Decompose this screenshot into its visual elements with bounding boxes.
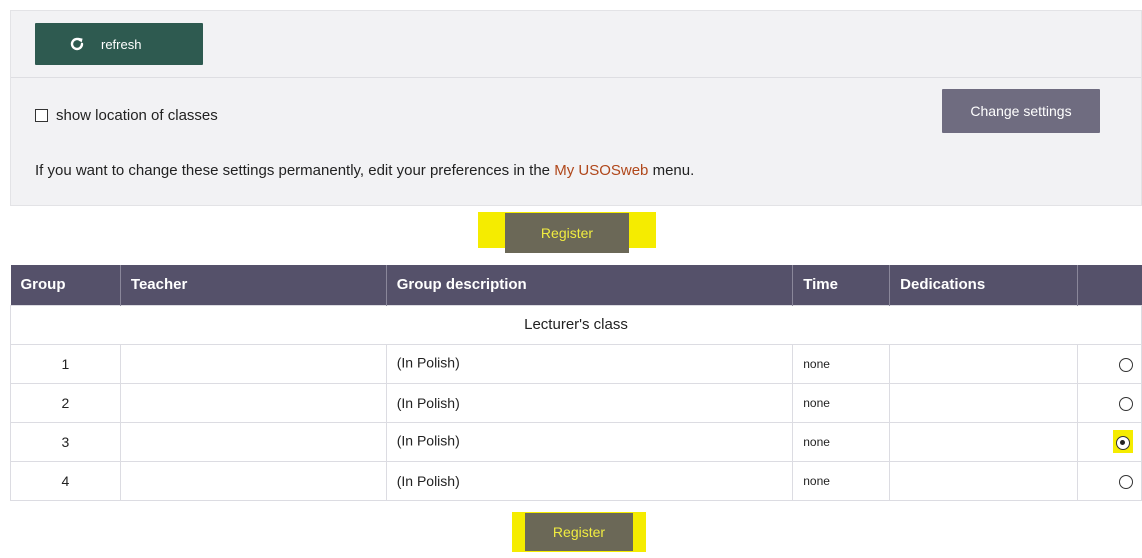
group-radio-1[interactable] [1119,357,1133,372]
teacher-cell [119,460,387,501]
register-button-bottom[interactable]: Register [525,513,633,551]
refresh-icon [70,37,84,51]
select-cell [1077,460,1142,501]
dedications-cell [889,343,1078,384]
groups-table: Group Teacher Group description Time Ded… [10,265,1142,501]
info-prefix: If you want to change these settings per… [35,162,555,179]
selected-highlight [1113,430,1133,453]
section-title: Lecturer's class [10,304,1142,345]
settings-panel: refresh show location of classes Change … [10,10,1142,206]
dedications-cell [889,382,1078,423]
register-bottom-highlight: Register [512,512,646,552]
register-top-highlight: Register [478,212,656,253]
group-number: 4 [10,460,121,501]
time-cell: none [792,421,891,462]
select-cell [1077,343,1142,384]
table-row: 3 (In Polish) none [10,421,1142,462]
teacher-cell [119,382,387,423]
redacted-description [459,352,590,375]
select-cell [1077,421,1142,462]
panel-divider [11,77,1141,78]
time-cell: none [792,382,891,423]
redacted-teacher [130,430,271,453]
redacted-teacher [130,391,281,414]
table-row: 4 (In Polish) none [10,460,1142,501]
refresh-label: refresh [101,36,142,52]
dedications-cell [889,460,1078,501]
redacted-teacher [130,352,281,375]
description-text: (In Polish) [396,394,460,411]
group-radio-4[interactable] [1119,474,1133,489]
description-text: (In Polish) [396,432,460,449]
teacher-cell [119,421,387,462]
description-text: (In Polish) [396,472,460,489]
refresh-button[interactable]: refresh [35,23,203,65]
description-text: (In Polish) [396,354,460,371]
redacted-teacher [130,469,271,492]
table-row: 2 (In Polish) none [10,382,1142,423]
group-number: 3 [10,421,121,462]
select-cell [1077,382,1142,423]
redacted-description [459,430,580,453]
col-header-time: Time [792,265,891,305]
description-cell: (In Polish) [385,460,794,501]
my-usosweb-link[interactable]: My USOSweb [554,162,648,179]
description-cell: (In Polish) [385,382,794,423]
description-cell: (In Polish) [385,421,794,462]
col-header-select [1077,265,1142,305]
col-header-description: Group description [386,265,794,305]
group-number: 1 [10,343,121,384]
info-suffix: menu. [648,162,695,179]
table-header-row: Group Teacher Group description Time Ded… [10,265,1142,305]
register-button-top[interactable]: Register [505,213,629,253]
show-location-option[interactable]: show location of classes [35,107,218,124]
change-settings-button[interactable]: Change settings [942,89,1100,133]
table-row: 1 (In Polish) none [10,343,1142,384]
teacher-cell [119,343,387,384]
col-header-teacher: Teacher [120,265,387,305]
show-location-checkbox[interactable] [35,109,48,122]
col-header-group: Group [10,265,121,305]
group-radio-3[interactable] [1116,435,1130,450]
group-number: 2 [10,382,121,423]
col-header-dedications: Dedications [889,265,1078,305]
description-cell: (In Polish) [385,343,794,384]
section-row: Lecturer's class [10,304,1142,345]
time-cell: none [792,460,891,501]
time-cell: none [792,343,891,384]
show-location-label: show location of classes [56,107,218,124]
settings-info-text: If you want to change these settings per… [35,162,694,179]
group-radio-2[interactable] [1119,396,1133,411]
dedications-cell [889,421,1078,462]
